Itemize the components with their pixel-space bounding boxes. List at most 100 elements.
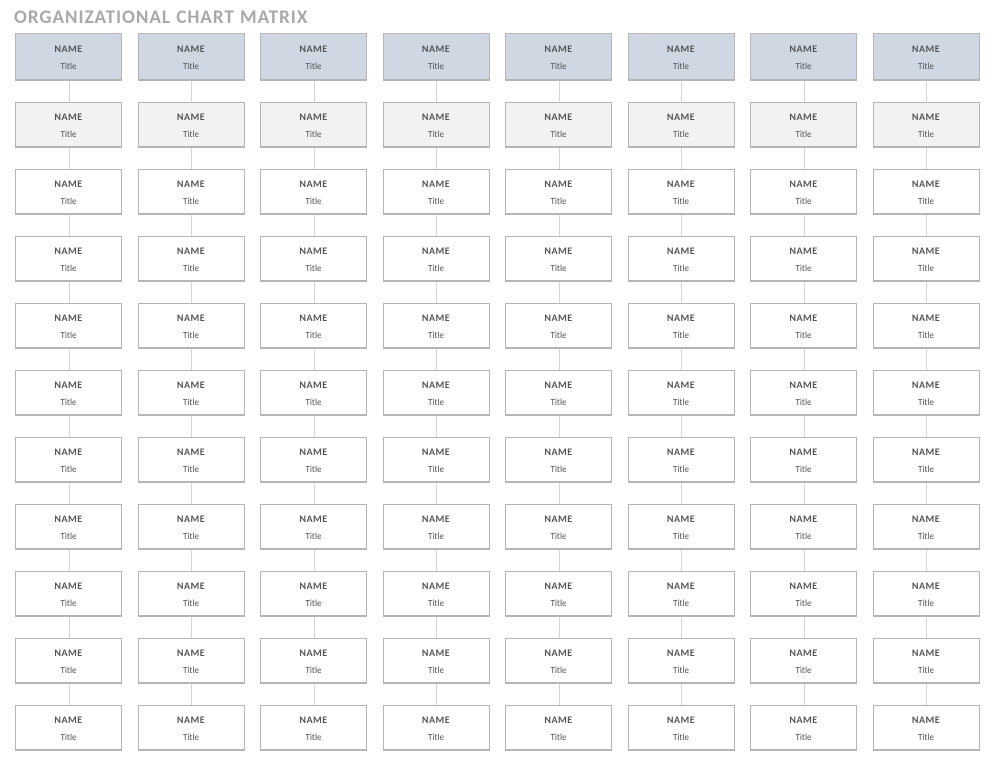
org-cell-name: NAME xyxy=(422,244,450,257)
org-cell-title: Title xyxy=(550,665,566,676)
org-cell: NAMETitle xyxy=(383,303,490,349)
org-cell-name: NAME xyxy=(54,311,82,324)
org-cell-title: Title xyxy=(550,598,566,609)
org-cell-name: NAME xyxy=(912,713,940,726)
org-cell: NAMETitle xyxy=(628,504,735,550)
org-cell-name: NAME xyxy=(667,177,695,190)
org-cell-title: Title xyxy=(795,665,811,676)
org-cell: NAMETitle xyxy=(873,236,980,282)
connector xyxy=(191,483,192,504)
org-cell-name: NAME xyxy=(54,713,82,726)
org-cell: NAMETitle xyxy=(873,169,980,215)
org-cell-name: NAME xyxy=(912,42,940,55)
org-cell-title: Title xyxy=(673,598,689,609)
org-cell-name: NAME xyxy=(544,512,572,525)
page-title: ORGANIZATIONAL CHART MATRIX xyxy=(0,0,1003,31)
connector xyxy=(69,349,70,370)
org-cell-name: NAME xyxy=(544,378,572,391)
org-cell-name: NAME xyxy=(912,445,940,458)
org-cell-title: Title xyxy=(183,665,199,676)
org-cell: NAMETitle xyxy=(15,571,122,617)
org-cell-name: NAME xyxy=(177,244,205,257)
org-chart-matrix: NAME Title NAME Title NAME Title NAME Title NAME… xyxy=(0,31,1003,776)
org-cell: NAMETitle xyxy=(750,437,857,483)
org-cell-title: Title xyxy=(60,196,76,207)
org-cell-title: Title xyxy=(428,129,444,140)
org-cell-name: NAME xyxy=(789,646,817,659)
org-cell: NAMETitle xyxy=(260,169,367,215)
org-cell-title: Title xyxy=(673,61,689,72)
org-cell-title: Title xyxy=(795,263,811,274)
connector xyxy=(681,550,682,571)
org-cell: NAMETitle xyxy=(873,370,980,416)
org-cell-title: Title xyxy=(795,129,811,140)
org-cell-title: Title xyxy=(305,464,321,475)
org-cell-name: NAME xyxy=(789,42,817,55)
org-cell-title: Title xyxy=(918,129,934,140)
org-cell-title: Title xyxy=(183,196,199,207)
org-cell-name: NAME xyxy=(299,445,327,458)
org-cell-title: Title xyxy=(550,61,566,72)
org-cell-name: NAME xyxy=(177,378,205,391)
org-cell-name: NAME xyxy=(667,445,695,458)
org-cell: NAMETitle xyxy=(505,638,612,684)
org-cell-name: NAME xyxy=(789,512,817,525)
org-cell: NAMETitle xyxy=(15,303,122,349)
org-cell: NAMETitle xyxy=(628,705,735,751)
connector xyxy=(559,416,560,437)
org-cell-title: Title xyxy=(183,61,199,72)
org-cell-name: NAME xyxy=(667,512,695,525)
connector xyxy=(69,684,70,705)
org-cell-title: Title xyxy=(60,129,76,140)
org-cell-name: NAME xyxy=(544,311,572,324)
org-cell: NAMETitle xyxy=(505,370,612,416)
org-cell-title: Title xyxy=(918,598,934,609)
org-cell-title: Title xyxy=(673,129,689,140)
org-cell: NAMETitle xyxy=(383,33,490,81)
connector xyxy=(926,215,927,236)
org-cell-title: Title xyxy=(305,196,321,207)
org-cell: NAMETitle xyxy=(505,437,612,483)
org-cell-name: NAME xyxy=(789,311,817,324)
connector xyxy=(314,483,315,504)
org-cell-name: NAME xyxy=(54,42,82,55)
org-cell-title: Title xyxy=(305,665,321,676)
org-cell-title: Title xyxy=(673,330,689,341)
connector xyxy=(69,282,70,303)
org-cell-title: Title xyxy=(60,598,76,609)
connector xyxy=(436,684,437,705)
connector xyxy=(436,416,437,437)
org-cell: NAME Title xyxy=(15,705,122,751)
org-cell: NAMETitle xyxy=(873,102,980,148)
connector xyxy=(69,617,70,638)
org-cell-name: NAME xyxy=(544,177,572,190)
org-cell: NAMETitle xyxy=(383,504,490,550)
org-cell-title: Title xyxy=(795,196,811,207)
org-cell-title: Title xyxy=(305,531,321,542)
connector xyxy=(804,684,805,705)
org-cell-title: Title xyxy=(428,732,444,743)
org-cell: NAMETitle xyxy=(15,102,122,148)
org-cell: NAMETitle xyxy=(873,705,980,751)
connector xyxy=(69,81,70,102)
org-cell-title: Title xyxy=(60,732,76,743)
connector xyxy=(804,349,805,370)
org-cell-name: NAME xyxy=(544,713,572,726)
org-cell-title: Title xyxy=(673,732,689,743)
org-cell-title: Title xyxy=(795,598,811,609)
connector xyxy=(69,416,70,437)
org-cell: NAMETitle xyxy=(138,102,245,148)
org-cell-name: NAME xyxy=(54,512,82,525)
connector xyxy=(191,416,192,437)
connector xyxy=(681,416,682,437)
org-cell-name: NAME xyxy=(544,244,572,257)
org-cell-title: Title xyxy=(428,397,444,408)
org-cell: NAMETitle xyxy=(873,33,980,81)
org-cell-title: Title xyxy=(550,330,566,341)
connector xyxy=(559,349,560,370)
connector xyxy=(559,483,560,504)
org-cell-title: Title xyxy=(550,263,566,274)
org-cell-name: NAME xyxy=(299,42,327,55)
connector xyxy=(804,617,805,638)
org-cell-title: Title xyxy=(918,397,934,408)
